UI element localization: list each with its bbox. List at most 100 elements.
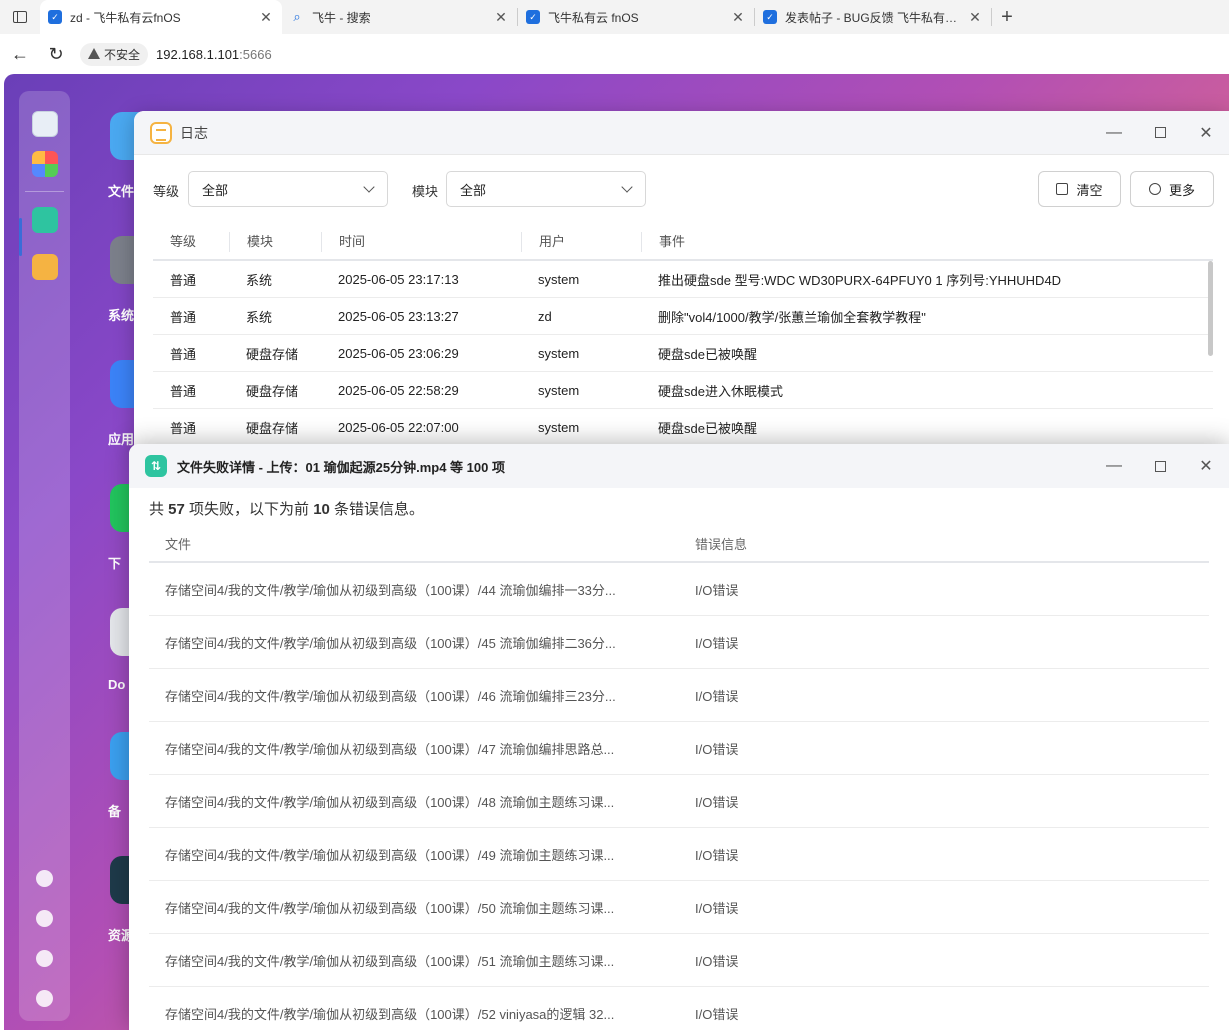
tab-fnos-active[interactable]: ✓ zd - 飞牛私有云fnOS ✕	[40, 0, 282, 34]
table-row[interactable]: 存储空间4/我的文件/教学/瑜伽从初级到高级（100课）/51 流瑜伽主题练习课…	[149, 934, 1209, 987]
app-label: Do	[108, 677, 126, 692]
minimize-button[interactable]: —	[1091, 111, 1137, 155]
fail-details-window: ⇅ 文件失败详情 - 上传：01 瑜伽起源25分钟.mp4 等 100 项 — …	[129, 444, 1229, 1030]
cell-file: 存储空间4/我的文件/教学/瑜伽从初级到高级（100课）/44 流瑜伽编排一33…	[165, 582, 616, 598]
back-button[interactable]: ←	[2, 34, 38, 74]
cell-user: system	[538, 382, 580, 398]
app-label: 系统	[108, 308, 135, 323]
table-row[interactable]: 存储空间4/我的文件/教学/瑜伽从初级到高级（100课）/50 流瑜伽主题练习课…	[149, 881, 1209, 934]
transfer-icon: ⇅	[145, 455, 167, 477]
log-scrollbar[interactable]	[1208, 261, 1213, 356]
new-tab-button[interactable]: +	[992, 6, 1022, 29]
close-tab-icon[interactable]: ✕	[258, 9, 274, 26]
close-tab-icon[interactable]: ✕	[967, 9, 983, 26]
fail-titlebar[interactable]: ⇅ 文件失败详情 - 上传：01 瑜伽起源25分钟.mp4 等 100 项 — …	[129, 444, 1229, 488]
url-port: :5666	[239, 46, 272, 62]
more-button[interactable]: 更多	[1130, 171, 1214, 207]
log-icon	[150, 121, 172, 144]
close-tab-icon[interactable]: ✕	[493, 9, 509, 26]
level-select[interactable]: 全部	[188, 171, 388, 207]
col-event[interactable]: 事件	[641, 231, 1213, 252]
table-row[interactable]: 存储空间4/我的文件/教学/瑜伽从初级到高级（100课）/45 流瑜伽编排二36…	[149, 616, 1209, 669]
cell-event: 硬盘sde进入休眠模式	[658, 383, 783, 399]
tab-fnos[interactable]: ✓ 飞牛私有云 fnOS ✕	[518, 0, 754, 34]
cell-module: 硬盘存储	[246, 383, 299, 399]
more-label: 更多	[1168, 182, 1195, 198]
table-row[interactable]: 存储空间4/我的文件/教学/瑜伽从初级到高级（100课）/52 viniyasa…	[149, 987, 1209, 1030]
col-level[interactable]: 等级	[153, 232, 229, 252]
log-window: 日志 — ✕ 等级 全部 模块 全部 清空 更多 等级 模块 时间 用户 事件 …	[134, 111, 1229, 451]
cell-time: 2025-06-05 22:07:00	[338, 419, 459, 435]
close-button[interactable]: ✕	[1183, 444, 1229, 488]
dock-divider	[25, 191, 64, 192]
log-titlebar[interactable]: 日志 — ✕	[134, 111, 1229, 155]
url-field[interactable]: 不安全 192.168.1.101:5666	[80, 39, 1221, 69]
table-row[interactable]: 普通 硬盘存储 2025-06-05 22:07:00 system 硬盘sde…	[153, 409, 1213, 446]
clear-button[interactable]: 清空	[1038, 171, 1121, 207]
cell-file: 存储空间4/我的文件/教学/瑜伽从初级到高级（100课）/45 流瑜伽编排二36…	[165, 635, 616, 651]
col-user[interactable]: 用户	[521, 231, 641, 252]
maximize-button[interactable]	[1137, 444, 1183, 488]
app-center-icon[interactable]	[32, 151, 58, 177]
tab-title: 发表帖子 - BUG反馈 飞牛私有云论坛	[785, 10, 961, 25]
fnos-favicon-icon: ✓	[526, 10, 540, 24]
level-label: 等级	[153, 184, 180, 199]
app-label: 下	[108, 556, 122, 571]
maximize-icon	[1154, 460, 1166, 472]
level-select-value: 全部	[202, 182, 229, 198]
cell-module: 系统	[246, 272, 273, 288]
cell-error: I/O错误	[695, 582, 739, 598]
reload-button[interactable]: ↻	[38, 34, 74, 74]
site-info-button[interactable]: 不安全	[80, 42, 149, 66]
tab-search[interactable]: ⌕ 飞牛 - 搜索 ✕	[282, 0, 517, 34]
table-row[interactable]: 普通 系统 2025-06-05 23:17:13 system 推出硬盘sde…	[153, 261, 1213, 298]
clear-label: 清空	[1076, 182, 1103, 198]
cell-file: 存储空间4/我的文件/教学/瑜伽从初级到高级（100课）/50 流瑜伽主题练习课…	[165, 900, 615, 916]
maximize-button[interactable]	[1137, 111, 1183, 155]
col-file: 文件	[165, 537, 192, 552]
col-module[interactable]: 模块	[229, 231, 321, 252]
fail-table: 文件 错误信息 存储空间4/我的文件/教学/瑜伽从初级到高级（100课）/44 …	[149, 526, 1209, 1030]
col-time[interactable]: 时间	[321, 231, 521, 252]
address-bar: ← ↻ 不安全 192.168.1.101:5666	[0, 34, 1229, 74]
settings-icon[interactable]	[36, 990, 53, 1007]
tab-forum[interactable]: ✓ 发表帖子 - BUG反馈 飞牛私有云论坛 ✕	[755, 0, 991, 34]
search-icon: ⌕	[293, 9, 301, 24]
table-row[interactable]: 存储空间4/我的文件/教学/瑜伽从初级到高级（100课）/49 流瑜伽主题练习课…	[149, 828, 1209, 881]
cell-file: 存储空间4/我的文件/教学/瑜伽从初级到高级（100课）/46 流瑜伽编排三23…	[165, 688, 616, 704]
log-icon[interactable]	[32, 254, 58, 280]
cell-level: 普通	[170, 383, 197, 399]
cell-file: 存储空间4/我的文件/教学/瑜伽从初级到高级（100课）/48 流瑜伽主题练习课…	[165, 794, 615, 810]
table-row[interactable]: 存储空间4/我的文件/教学/瑜伽从初级到高级（100课）/48 流瑜伽主题练习课…	[149, 775, 1209, 828]
cell-event: 硬盘sde已被唤醒	[658, 346, 757, 362]
table-row[interactable]: 普通 硬盘存储 2025-06-05 23:06:29 system 硬盘sde…	[153, 335, 1213, 372]
module-label: 模块	[412, 184, 439, 199]
user-icon[interactable]	[36, 950, 53, 967]
module-select[interactable]: 全部	[446, 171, 646, 207]
cell-event: 硬盘sde已被唤醒	[658, 420, 757, 436]
table-row[interactable]: 存储空间4/我的文件/教学/瑜伽从初级到高级（100课）/44 流瑜伽编排一33…	[149, 563, 1209, 616]
transfer-icon[interactable]	[32, 207, 58, 233]
table-row[interactable]: 普通 系统 2025-06-05 23:13:27 zd 删除"vol4/100…	[153, 298, 1213, 335]
cell-module: 硬盘存储	[246, 420, 299, 436]
monitor-icon[interactable]	[32, 111, 58, 137]
summary-total: 57	[168, 501, 185, 518]
sync-icon[interactable]	[36, 870, 53, 887]
tab-actions-button[interactable]	[0, 0, 40, 34]
chevron-down-icon	[621, 181, 633, 193]
table-row[interactable]: 普通 硬盘存储 2025-06-05 22:58:29 system 硬盘sde…	[153, 372, 1213, 409]
bell-icon[interactable]	[36, 910, 53, 927]
more-icon	[1148, 183, 1161, 195]
minimize-button[interactable]: —	[1091, 444, 1137, 488]
cell-file: 存储空间4/我的文件/教学/瑜伽从初级到高级（100课）/52 viniyasa…	[165, 1006, 615, 1022]
table-row[interactable]: 存储空间4/我的文件/教学/瑜伽从初级到高级（100课）/46 流瑜伽编排三23…	[149, 669, 1209, 722]
close-tab-icon[interactable]: ✕	[730, 9, 746, 26]
table-row[interactable]: 存储空间4/我的文件/教学/瑜伽从初级到高级（100课）/47 流瑜伽编排思路总…	[149, 722, 1209, 775]
cell-error: I/O错误	[695, 900, 739, 916]
sidebar-icon	[13, 11, 27, 23]
url-text: 192.168.1.101:5666	[156, 47, 272, 62]
app-label: 备	[108, 804, 122, 819]
url-host: 192.168.1.101	[156, 46, 240, 62]
cell-error: I/O错误	[695, 688, 739, 704]
close-button[interactable]: ✕	[1183, 111, 1229, 155]
